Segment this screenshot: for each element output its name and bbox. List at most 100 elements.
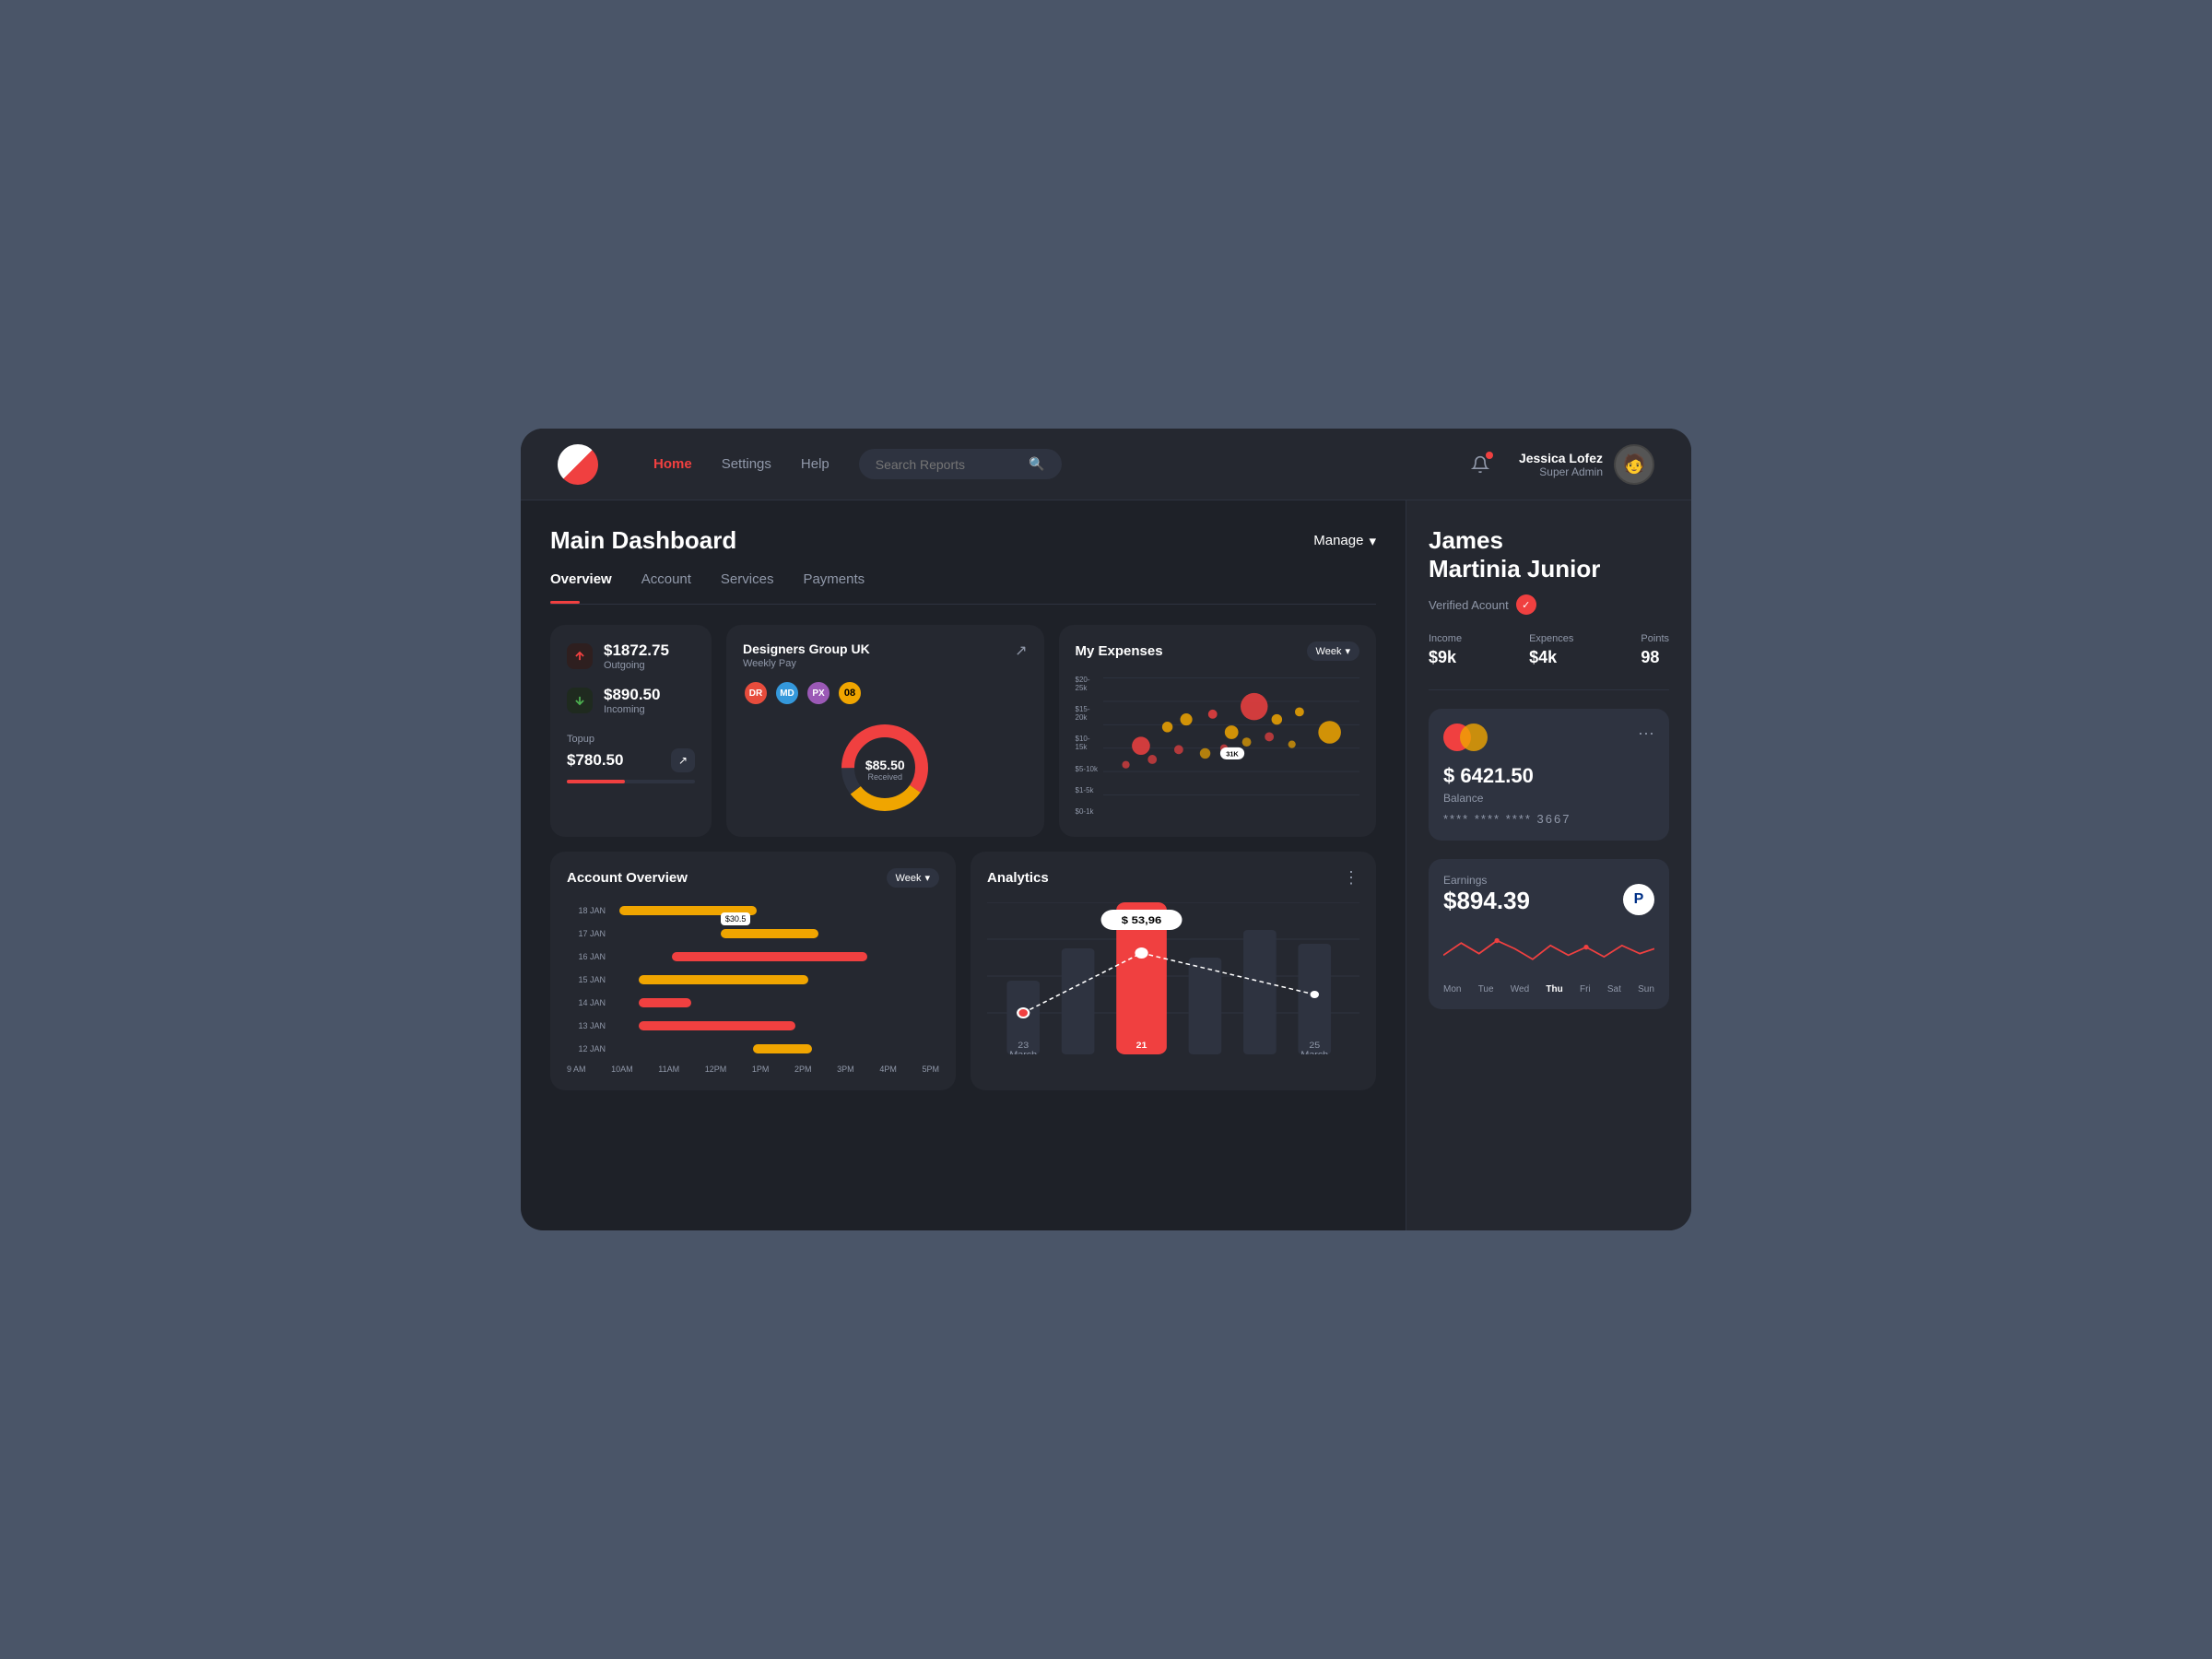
- topup-progress-bar: [567, 780, 695, 783]
- incoming-item: $890.50 Incoming: [567, 686, 695, 715]
- incoming-amount: $890.50: [604, 686, 660, 704]
- expenses-card: My Expenses Week ▾ $20-25k $15-20k $10-1…: [1059, 625, 1377, 837]
- svg-text:31K: 31K: [1226, 750, 1239, 759]
- gantt-tooltip-17jan: $30.5: [721, 912, 751, 925]
- payment-card: ··· $ 6421.50 Balance **** **** **** 366…: [1429, 709, 1669, 841]
- gantt-bar-16jan-red: [672, 952, 867, 961]
- verified-badge: ✓: [1516, 594, 1536, 615]
- gantt-label-13jan: 13 JAN: [567, 1021, 606, 1030]
- paypal-icon: P: [1623, 884, 1654, 915]
- cards-row: $1872.75 Outgoing $890.50 Incoming: [550, 625, 1376, 837]
- nav-settings[interactable]: Settings: [722, 456, 771, 472]
- dashboard-tabs: Overview Account Services Payments: [550, 571, 1376, 605]
- topup-button[interactable]: ↗: [671, 748, 695, 772]
- day-wed: Wed: [1511, 984, 1529, 994]
- avatar-row: DR MD PX 08: [743, 680, 1028, 706]
- topup-progress-fill: [567, 780, 625, 783]
- expenses-header: My Expenses Week ▾: [1076, 641, 1360, 661]
- gantt-time-4pm: 4PM: [879, 1065, 897, 1074]
- gantt-bar-13jan-red: [639, 1021, 795, 1030]
- gantt-time-11am: 11AM: [658, 1065, 679, 1074]
- gantt-track-17jan: $30.5: [613, 925, 939, 942]
- svg-text:March: March: [1300, 1051, 1328, 1054]
- gantt-chart: 18 JAN 17 JAN $30.5: [567, 902, 939, 1074]
- search-input[interactable]: [876, 457, 1020, 472]
- y-label-1: $20-25k: [1076, 676, 1100, 692]
- tab-overview[interactable]: Overview: [550, 571, 612, 594]
- search-icon: 🔍: [1029, 456, 1044, 472]
- tab-payments[interactable]: Payments: [803, 571, 865, 594]
- gantt-track-14jan: [613, 994, 939, 1011]
- outgoing-icon: [567, 643, 593, 669]
- topup-section: Topup $780.50 ↗: [567, 734, 695, 783]
- search-bar: 🔍: [859, 449, 1062, 479]
- y-label-5: $1-5k: [1076, 786, 1100, 794]
- svg-text:23: 23: [1018, 1041, 1029, 1051]
- gantt-row-18jan: 18 JAN: [567, 902, 939, 919]
- designers-link-icon[interactable]: ↗: [1015, 641, 1027, 660]
- header: Home Settings Help 🔍 Jessica Lofez Super…: [521, 429, 1691, 500]
- nav-home[interactable]: Home: [653, 456, 692, 472]
- scatter-chart: 31K: [1103, 672, 1359, 801]
- svg-text:$ 53,96: $ 53,96: [1122, 914, 1162, 926]
- user-name: Jessica Lofez: [1519, 451, 1603, 465]
- tab-services[interactable]: Services: [721, 571, 774, 594]
- gantt-time-5pm: 5PM: [922, 1065, 939, 1074]
- account-overview-card: Account Overview Week ▾ 18 JAN: [550, 852, 956, 1090]
- analytics-more-button[interactable]: ⋮: [1343, 868, 1359, 888]
- manage-button[interactable]: Manage ▾: [1313, 533, 1376, 549]
- gantt-time-9am: 9 AM: [567, 1065, 586, 1074]
- stat-expenses: Expences $4k: [1529, 633, 1573, 667]
- user-info: Jessica Lofez Super Admin 🧑: [1519, 444, 1654, 485]
- designers-header: Designers Group UK Weekly Pay ↗: [743, 641, 1028, 669]
- gantt-label-17jan: 17 JAN: [567, 929, 606, 938]
- gantt-track-18jan: [613, 902, 939, 919]
- incoming-icon: [567, 688, 593, 713]
- topup-amount: $780.50: [567, 751, 623, 770]
- card-more-button[interactable]: ···: [1638, 724, 1654, 743]
- card-number: **** **** **** 3667: [1443, 812, 1654, 826]
- gantt-row-14jan: 14 JAN: [567, 994, 939, 1011]
- balance-card: $1872.75 Outgoing $890.50 Incoming: [550, 625, 712, 837]
- y-label-4: $5-10k: [1076, 765, 1100, 773]
- outgoing-amount: $1872.75: [604, 641, 669, 660]
- overview-title: Account Overview: [567, 870, 688, 886]
- svg-text:August: August: [1124, 1051, 1159, 1054]
- designers-card: Designers Group UK Weekly Pay ↗ DR MD PX…: [726, 625, 1044, 837]
- mastercard-logo: [1443, 724, 1488, 751]
- header-right: Jessica Lofez Super Admin 🧑: [1464, 444, 1654, 485]
- earnings-chart: [1443, 928, 1654, 974]
- week-selector[interactable]: Week ▾: [1307, 641, 1359, 661]
- gantt-time-12pm: 12PM: [705, 1065, 727, 1074]
- gantt-time-axis: 9 AM 10AM 11AM 12PM 1PM 2PM 3PM 4PM 5PM: [567, 1065, 939, 1074]
- tab-account[interactable]: Account: [641, 571, 691, 594]
- gantt-label-18jan: 18 JAN: [567, 906, 606, 915]
- gantt-track-15jan: [613, 971, 939, 988]
- notification-bell[interactable]: [1464, 448, 1497, 481]
- incoming-label: Incoming: [604, 704, 660, 715]
- gantt-row-12jan: 12 JAN: [567, 1041, 939, 1057]
- avatar[interactable]: 🧑: [1614, 444, 1654, 485]
- logo-icon[interactable]: [558, 444, 598, 485]
- bottom-row: Account Overview Week ▾ 18 JAN: [550, 852, 1376, 1090]
- avatar-count: 08: [837, 680, 863, 706]
- right-panel: JamesMartinia Junior Verified Acount ✓ I…: [1406, 500, 1691, 1230]
- gantt-time-3pm: 3PM: [837, 1065, 854, 1074]
- overview-week-selector[interactable]: Week ▾: [887, 868, 939, 888]
- day-mon: Mon: [1443, 984, 1461, 994]
- day-fri: Fri: [1580, 984, 1591, 994]
- gantt-row-17jan: 17 JAN $30.5: [567, 925, 939, 942]
- gantt-label-16jan: 16 JAN: [567, 952, 606, 961]
- day-thu: Thu: [1546, 984, 1562, 994]
- donut-container: $85.50 Received: [743, 719, 1028, 820]
- day-tue: Tue: [1478, 984, 1494, 994]
- dashboard-title: Main Dashboard: [550, 526, 736, 555]
- mc-orange-circle: [1460, 724, 1488, 751]
- gantt-row-16jan: 16 JAN: [567, 948, 939, 965]
- earnings-section: Earnings $894.39 P Mon Tue Wed Thu Fri: [1429, 859, 1669, 1009]
- earnings-header: Earnings $894.39 P: [1443, 874, 1654, 924]
- nav-help[interactable]: Help: [801, 456, 830, 472]
- analytics-chart: $ 53,96 23 March 21 August 25 March: [987, 902, 1359, 1050]
- stat-income-label: Income: [1429, 633, 1462, 644]
- user-role: Super Admin: [1519, 465, 1603, 478]
